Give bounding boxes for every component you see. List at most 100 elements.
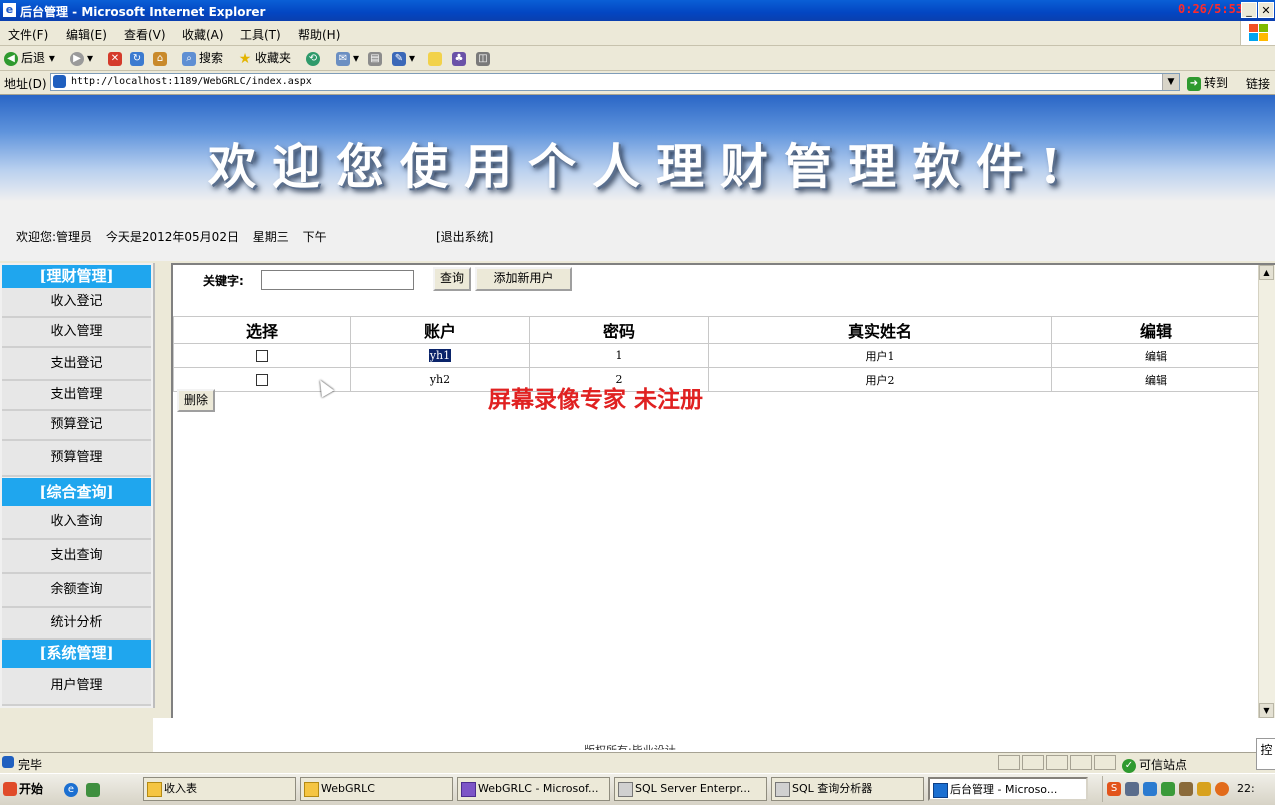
network-icon[interactable] <box>1125 782 1139 796</box>
scroll-up-icon[interactable]: ▲ <box>1259 265 1274 280</box>
search-button[interactable]: ⌕ 搜索 <box>182 50 223 66</box>
keyword-input[interactable] <box>261 270 414 290</box>
menu-edit[interactable]: 编辑(E) <box>66 26 107 43</box>
sidebar-item-expense-query[interactable]: 支出查询 <box>2 540 151 574</box>
go-button[interactable]: ➜ 转到 <box>1187 74 1228 91</box>
stop-button[interactable]: ✕ <box>108 50 125 66</box>
ie-quicklaunch-icon[interactable]: e <box>64 783 78 797</box>
messenger-icon: ♣ <box>452 51 466 66</box>
banner-title: 欢迎您使用个人理财管理软件! <box>208 139 1078 195</box>
menu-help[interactable]: 帮助(H) <box>298 26 340 43</box>
task-webgrlc-vs[interactable]: WebGRLC - Microsof... <box>457 777 610 801</box>
address-input[interactable]: http://localhost:1189/WebGRLC/index.aspx… <box>50 73 1180 91</box>
close-button[interactable]: ✕ <box>1258 2 1274 18</box>
section-query-header[interactable]: [综合查询] <box>2 478 151 506</box>
start-flag-icon <box>3 782 17 796</box>
logout-link[interactable]: [退出系统] <box>436 228 493 245</box>
antivirus-icon[interactable] <box>1161 782 1175 796</box>
sidebar-item-expense-manage[interactable]: 支出管理 <box>2 381 151 411</box>
today-date: 今天是2012年05月02日 <box>105 230 239 244</box>
device-icon[interactable] <box>1179 782 1193 796</box>
password-cell: 1 <box>529 343 709 368</box>
search-icon: ⌕ <box>182 51 196 66</box>
forward-button[interactable]: ▶ ▾ <box>70 50 93 66</box>
task-sql-enterprise[interactable]: SQL Server Enterpr... <box>614 777 767 801</box>
task-backend-admin[interactable]: 后台管理 - Microso... <box>928 777 1088 801</box>
browser-toolbar: ◀ 后退 ▾ ▶ ▾ ✕ ↻ ⌂ ⌕ 搜索 ★ 收藏夹 ⟲ ✉ ▾ ▤ ✎ ▾ ♣ ◫ <box>0 46 1275 71</box>
menu-view[interactable]: 查看(V) <box>124 26 166 43</box>
keyword-label: 关键字: <box>203 274 244 288</box>
section-finance-header[interactable]: [理财管理] <box>2 265 151 288</box>
discuss-button[interactable] <box>428 50 445 66</box>
sidebar-item-income-manage[interactable]: 收入管理 <box>2 318 151 348</box>
sql-server-icon <box>618 782 633 797</box>
query-button[interactable]: 查询 <box>433 267 471 291</box>
delete-button[interactable]: 删除 <box>177 389 215 412</box>
menu-tools[interactable]: 工具(T) <box>240 26 281 43</box>
welcome-user: 欢迎您:管理员 <box>16 230 93 244</box>
clock: 22: <box>1237 782 1255 795</box>
status-text: 完毕 <box>18 758 43 772</box>
row-checkbox[interactable] <box>256 374 268 386</box>
sidebar-item-user-manage[interactable]: 用户管理 <box>2 668 151 706</box>
sidebar-item-balance-query[interactable]: 余额查询 <box>2 574 151 608</box>
window-title-bar[interactable]: e 后台管理 - Microsoft Internet Explorer 0:2… <box>0 0 1275 21</box>
status-pane <box>1094 755 1116 770</box>
address-bar: 地址(D) http://localhost:1189/WebGRLC/inde… <box>0 71 1275 95</box>
favorites-button[interactable]: ★ 收藏夹 <box>238 50 291 66</box>
status-pane <box>1022 755 1044 770</box>
table-row: yh2 2 用户2 编辑 <box>173 367 1261 392</box>
sidebar-item-statistics[interactable]: 统计分析 <box>2 608 151 640</box>
sidebar-item-budget-manage[interactable]: 预算管理 <box>2 441 151 477</box>
star-icon: ★ <box>238 50 252 67</box>
task-sql-analyzer[interactable]: SQL 查询分析器 <box>771 777 924 801</box>
links-button[interactable]: 链接 <box>1246 75 1270 92</box>
address-label: 地址(D) <box>4 77 47 91</box>
start-button[interactable]: 开始 <box>1 777 49 801</box>
research-button[interactable]: ◫ <box>476 50 493 66</box>
edit-link[interactable]: 编辑 <box>1051 343 1261 368</box>
home-button[interactable]: ⌂ <box>153 50 170 66</box>
history-button[interactable]: ⟲ <box>306 50 323 66</box>
forward-arrow-icon: ▶ <box>70 51 84 66</box>
minimize-button[interactable]: _ <box>1241 2 1257 18</box>
volume-icon[interactable] <box>1143 782 1157 796</box>
row-checkbox[interactable] <box>256 350 268 362</box>
table-header-row: 选择 账户 密码 真实姓名 编辑 <box>173 316 1261 344</box>
refresh-button[interactable]: ↻ <box>130 50 147 66</box>
menu-favorites[interactable]: 收藏(A) <box>182 26 224 43</box>
add-user-button[interactable]: 添加新用户 <box>475 267 572 291</box>
status-pane <box>1046 755 1068 770</box>
scroll-down-icon[interactable]: ▼ <box>1259 703 1274 718</box>
edit-link[interactable]: 编辑 <box>1051 367 1261 392</box>
col-password: 密码 <box>529 316 709 344</box>
real-name-cell: 用户2 <box>708 367 1052 392</box>
address-dropdown-icon[interactable]: ▼ <box>1162 74 1179 90</box>
messenger-tray-icon[interactable] <box>1215 782 1229 796</box>
sidebar-item-income-register[interactable]: 收入登记 <box>2 288 151 318</box>
research-icon: ◫ <box>476 51 490 66</box>
vertical-scrollbar[interactable]: ▲ ▼ <box>1258 265 1275 718</box>
menu-file[interactable]: 文件(F) <box>8 26 48 43</box>
back-button[interactable]: ◀ 后退 ▾ <box>4 50 55 66</box>
visual-studio-icon <box>461 782 476 797</box>
messenger-button[interactable]: ♣ <box>452 50 469 66</box>
print-icon: ▤ <box>368 51 382 66</box>
col-select: 选择 <box>173 316 351 344</box>
col-account: 账户 <box>350 316 530 344</box>
desktop-quicklaunch-icon[interactable] <box>86 783 100 797</box>
address-url: http://localhost:1189/WebGRLC/index.aspx <box>71 76 312 87</box>
print-button[interactable]: ▤ <box>368 50 385 66</box>
sidebar-item-income-query[interactable]: 收入查询 <box>2 506 151 540</box>
mail-button[interactable]: ✉ ▾ <box>336 50 359 66</box>
sidebar-item-expense-register[interactable]: 支出登记 <box>2 348 151 381</box>
task-income-table[interactable]: 收入表 <box>143 777 296 801</box>
section-system-header[interactable]: [系统管理] <box>2 640 151 668</box>
sidebar-item-budget-register[interactable]: 预算登记 <box>2 411 151 441</box>
tray-popup[interactable]: 控 <box>1256 738 1275 770</box>
folder-icon <box>304 782 319 797</box>
update-icon[interactable] <box>1197 782 1211 796</box>
input-method-icon[interactable]: S <box>1107 782 1121 796</box>
task-webgrlc-folder[interactable]: WebGRLC <box>300 777 453 801</box>
edit-page-button[interactable]: ✎ ▾ <box>392 50 415 66</box>
